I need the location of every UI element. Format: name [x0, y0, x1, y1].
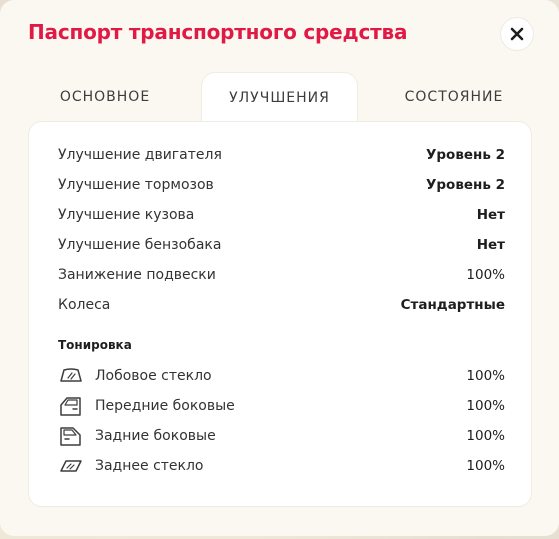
tint-value: 100% — [466, 458, 505, 474]
tint-label: Передние боковые — [95, 398, 235, 414]
upgrade-value: Уровень 2 — [425, 177, 505, 193]
tint-row-windshield: Лобовое стекло 100% — [58, 364, 505, 388]
upgrade-row-wheels: Колеса Стандартные — [58, 294, 505, 316]
tinting-heading: Тонировка — [58, 338, 132, 352]
upgrade-value: Уровень 2 — [425, 147, 505, 163]
tab-condition[interactable]: СОСТОЯНИЕ — [380, 72, 528, 122]
tab-upgrades[interactable]: УЛУЧШЕНИЯ — [201, 72, 358, 122]
upgrade-row-engine: Улучшение двигателя Уровень 2 — [58, 144, 505, 166]
upgrade-label: Улучшение бензобака — [58, 237, 222, 253]
tint-value: 100% — [466, 428, 505, 444]
upgrade-label: Улучшение кузова — [58, 207, 195, 223]
upgrade-row-brakes: Улучшение тормозов Уровень 2 — [58, 174, 505, 196]
front-side-window-icon — [60, 397, 81, 416]
upgrade-value: Нет — [476, 237, 505, 253]
tint-value: 100% — [466, 398, 505, 414]
upgrade-label: Колеса — [58, 297, 111, 313]
tint-label: Лобовое стекло — [95, 368, 212, 384]
upgrade-row-fuel-tank: Улучшение бензобака Нет — [58, 234, 505, 256]
tint-value: 100% — [466, 368, 505, 384]
upgrade-value: Стандартные — [400, 297, 505, 313]
vehicle-passport-modal: Паспорт транспортного средства ОСНОВНОЕ … — [0, 0, 559, 536]
modal-title: Паспорт транспортного средства — [28, 20, 408, 44]
upgrade-row-suspension: Занижение подвески 100% — [58, 264, 505, 286]
tint-label: Заднее стекло — [95, 458, 204, 474]
rear-side-window-icon — [60, 427, 81, 446]
tint-label: Задние боковые — [95, 428, 216, 444]
rear-window-icon — [60, 460, 82, 472]
tint-row-front-side: Передние боковые 100% — [58, 394, 505, 418]
upgrades-panel: Улучшение двигателя Уровень 2 Улучшение … — [28, 121, 532, 507]
tint-row-rear-side: Задние боковые 100% — [58, 424, 505, 448]
tint-row-rear-window: Заднее стекло 100% — [58, 454, 505, 478]
tab-main[interactable]: ОСНОВНОЕ — [30, 72, 180, 122]
close-button[interactable] — [501, 18, 533, 50]
windshield-icon — [60, 368, 82, 382]
upgrade-label: Занижение подвески — [58, 267, 216, 283]
upgrade-label: Улучшение двигателя — [58, 147, 222, 163]
upgrade-value: 100% — [466, 267, 505, 283]
close-icon — [510, 27, 524, 41]
upgrade-row-body: Улучшение кузова Нет — [58, 204, 505, 226]
upgrade-label: Улучшение тормозов — [58, 177, 214, 193]
upgrade-value: Нет — [476, 207, 505, 223]
